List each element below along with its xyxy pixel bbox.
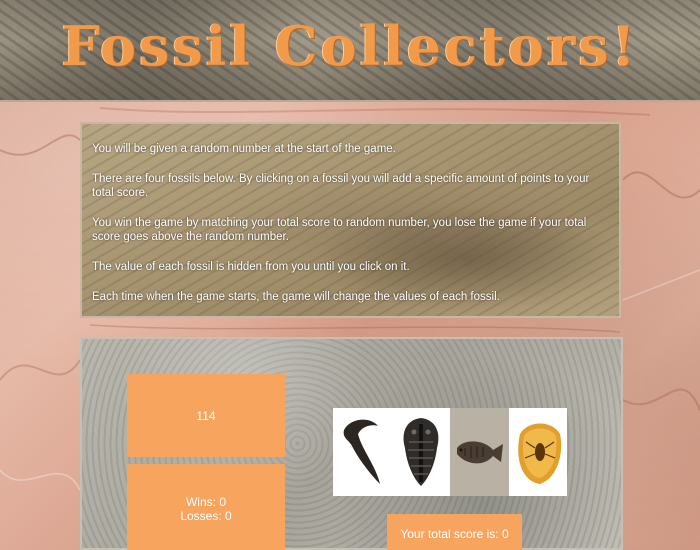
fossil-fish-button[interactable] (450, 408, 509, 496)
wins-label: Wins: 0 (185, 495, 226, 509)
raptor-claw-icon (343, 419, 381, 484)
game-panel: 114 Wins: 0 Losses: 0 Your total score i… (80, 337, 623, 550)
total-score-box: Your total score is: 0 (387, 514, 522, 550)
fossil-trilobite-button[interactable] (391, 408, 450, 496)
random-number-box: 114 (127, 374, 285, 457)
fish-fossil-icon (457, 441, 504, 464)
fossil-row (333, 408, 567, 496)
instructions-panel: You will be given a random number at the… (80, 122, 621, 318)
fossil-amber-button[interactable] (508, 408, 567, 496)
losses-label: Losses: 0 (180, 509, 232, 523)
instruction-line: You will be given a random number at the… (92, 143, 396, 155)
header-banner: Fossil Collectors! (0, 0, 700, 102)
instruction-line: There are four fossils below. By clickin… (92, 173, 590, 199)
trilobite-icon (403, 418, 439, 486)
random-number: 114 (196, 408, 216, 423)
fossil-claw-button[interactable] (333, 408, 392, 496)
amber-insect-icon (517, 423, 561, 484)
stats-box: Wins: 0 Losses: 0 (127, 464, 285, 550)
total-score: Your total score is: 0 (400, 527, 509, 541)
instruction-line: You win the game by matching your total … (92, 217, 587, 243)
instruction-line: The value of each fossil is hidden from … (92, 261, 410, 273)
instruction-line: Each time when the game starts, the game… (92, 291, 500, 303)
page-title: Fossil Collectors! (61, 14, 639, 78)
